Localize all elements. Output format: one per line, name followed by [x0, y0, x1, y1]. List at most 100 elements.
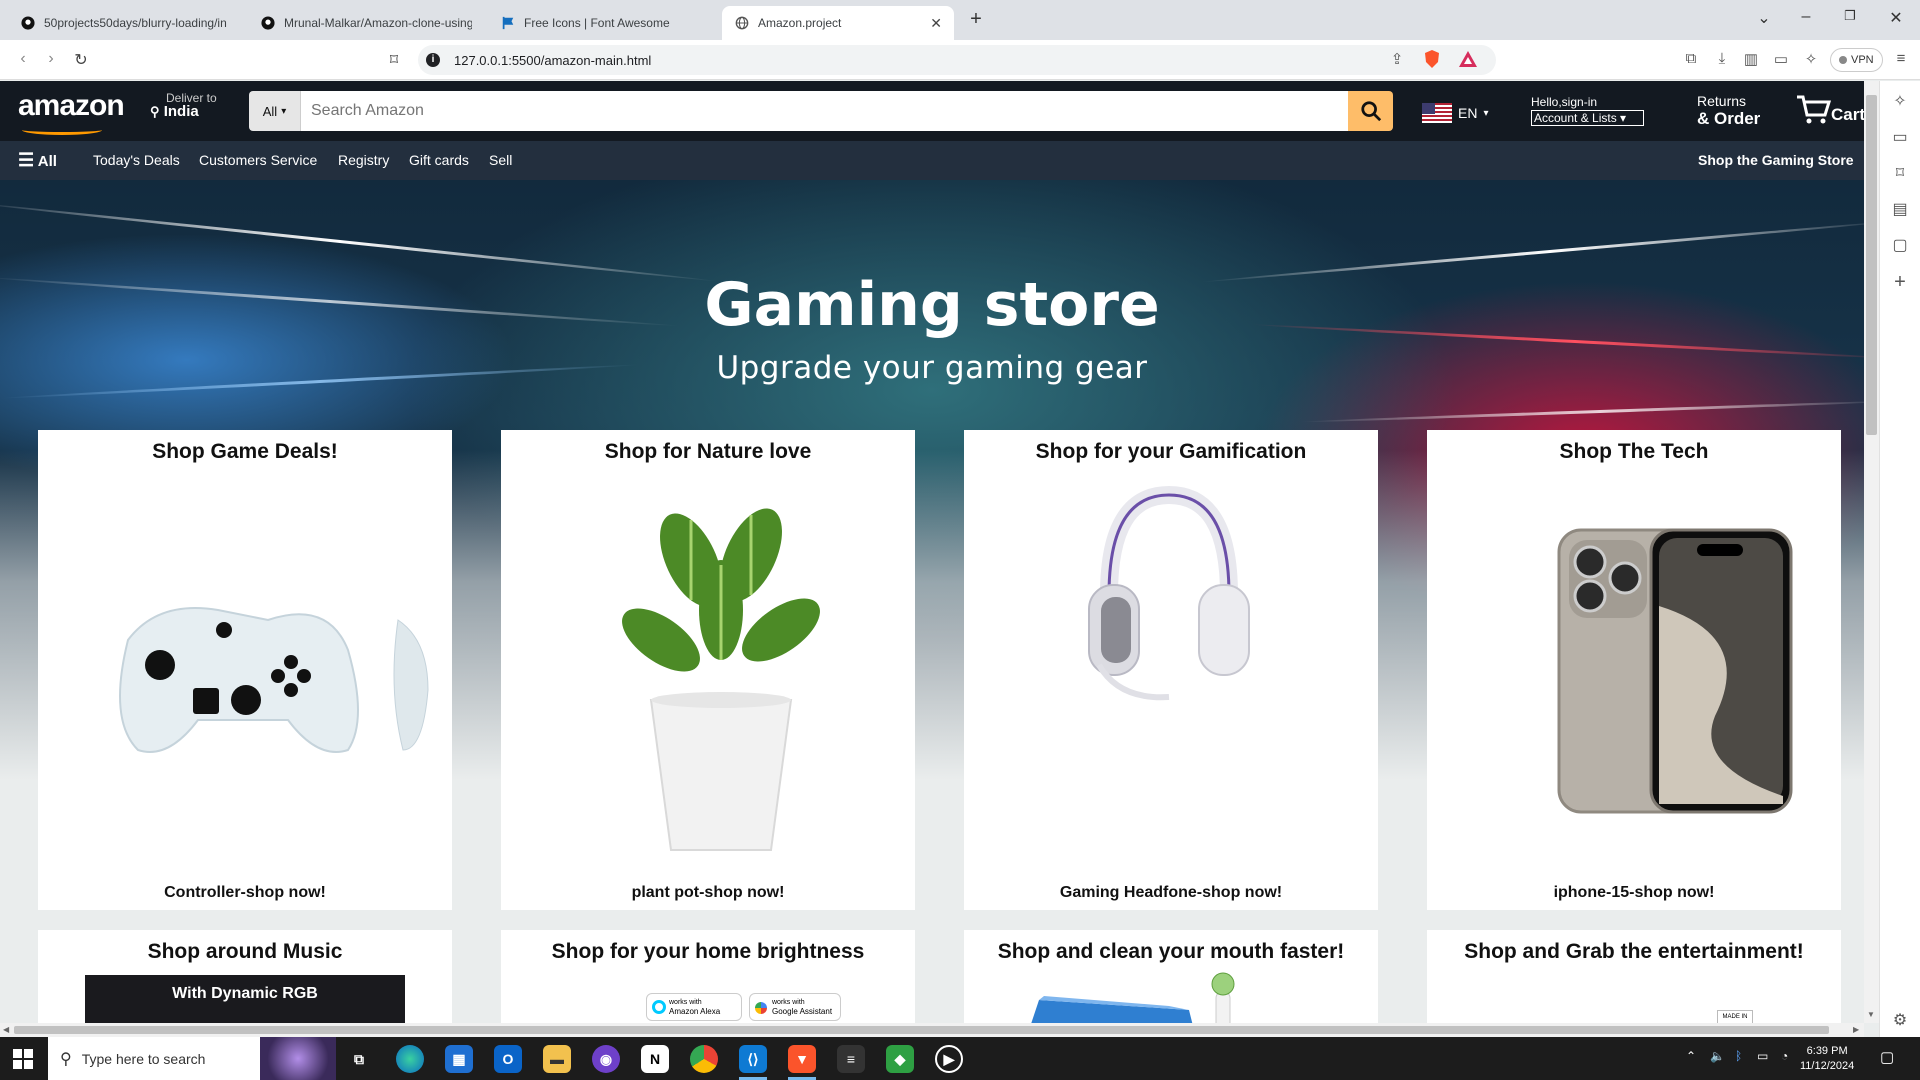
taskbar-clock[interactable]: 6:39 PM 11/12/2024 — [1800, 1044, 1854, 1074]
url-text[interactable]: 127.0.0.1:5500/amazon-main.html — [454, 53, 651, 68]
site-info-icon[interactable]: i — [426, 53, 440, 67]
microsoft-store-icon[interactable]: ▦ — [445, 1045, 473, 1073]
close-tab-icon[interactable]: ✕ — [930, 15, 942, 32]
taskbar-search-input[interactable]: ⚲ Type here to search — [48, 1037, 336, 1080]
task-view-icon[interactable]: ⧉ — [345, 1045, 373, 1073]
chrome-icon[interactable] — [690, 1045, 718, 1073]
subnav-registry[interactable]: Registry — [338, 152, 389, 168]
bookmarks-sidebar-icon[interactable]: ⌑ — [1890, 163, 1910, 183]
notion-icon[interactable]: N — [641, 1045, 669, 1073]
share-icon[interactable]: ⇪ — [1386, 50, 1408, 68]
brave-rewards-icon[interactable] — [1458, 50, 1478, 73]
card-footer-link[interactable]: Gaming Headfone-shop now! — [964, 884, 1378, 902]
returns-orders[interactable]: Returns & Order — [1697, 93, 1760, 127]
sub-navigation: ☰ All Today's Deals Customers Service Re… — [0, 141, 1864, 180]
bookmark-icon[interactable]: ⌑ — [383, 50, 405, 70]
browser-tab-bar: 50projects50days/blurry-loading/in Mruna… — [0, 0, 1920, 40]
outlook-icon[interactable]: O — [494, 1045, 522, 1073]
cart-icon — [1797, 95, 1831, 124]
downloads-icon[interactable]: ⤓ — [1711, 50, 1733, 67]
back-icon[interactable]: ‹ — [12, 50, 34, 68]
subnav-gift-cards[interactable]: Gift cards — [409, 152, 469, 168]
tab-search-chevron-icon[interactable]: ⌄ — [1752, 8, 1776, 28]
scroll-down-arrow-icon[interactable]: ▼ — [1867, 1010, 1875, 1019]
add-sidebar-item-icon[interactable]: + — [1890, 271, 1910, 294]
wallet-sidebar-icon[interactable]: ▢ — [1890, 235, 1910, 255]
vertical-scroll-thumb[interactable] — [1866, 95, 1877, 435]
new-tab-button[interactable]: + — [964, 8, 988, 31]
git-app-icon[interactable]: ◆ — [886, 1045, 914, 1073]
github-desktop-icon[interactable]: ◉ — [592, 1045, 620, 1073]
card-footer-link[interactable]: Controller-shop now! — [38, 884, 452, 902]
file-explorer-icon[interactable]: ▬ — [543, 1045, 571, 1073]
browser-tab[interactable]: Free Icons | Font Awesome — [488, 6, 718, 40]
search-category-select[interactable]: All ▾ — [249, 91, 301, 131]
product-card[interactable]: Shop and clean your mouth faster! — [964, 930, 1378, 1023]
brave-shield-icon[interactable] — [1423, 49, 1441, 74]
github-icon — [20, 15, 36, 31]
light-streak — [1300, 399, 1864, 424]
reload-icon[interactable]: ↻ — [70, 50, 92, 70]
all-menu-button[interactable]: ☰ All — [18, 150, 57, 171]
scroll-right-arrow-icon[interactable]: ▶ — [1853, 1025, 1859, 1034]
minimize-icon[interactable]: – — [1794, 8, 1818, 26]
edge-icon[interactable] — [396, 1045, 424, 1073]
vpn-button[interactable]: VPN — [1830, 48, 1883, 72]
account-lists-select[interactable]: Account & Lists ▾ — [1531, 110, 1644, 126]
address-bar[interactable]: i 127.0.0.1:5500/amazon-main.html — [418, 45, 1496, 75]
subnav-todays-deals[interactable]: Today's Deals — [93, 152, 180, 168]
history-icon[interactable]: ▤ — [1890, 199, 1910, 219]
brave-icon[interactable]: ▼ — [788, 1045, 816, 1073]
product-card[interactable]: Shop around Music With Dynamic RGB — [38, 930, 452, 1023]
extensions-icon[interactable]: ⧉ — [1680, 50, 1702, 67]
notifications-icon[interactable]: ▢ — [1880, 1048, 1894, 1066]
battery-icon[interactable]: ▭ — [1757, 1049, 1768, 1063]
subnav-customer-service[interactable]: Customers Service — [199, 152, 317, 168]
notes-app-icon[interactable]: ≡ — [837, 1045, 865, 1073]
subnav-sell[interactable]: Sell — [489, 152, 512, 168]
wifi-icon[interactable]: ◔ — [1781, 1049, 1788, 1063]
account-menu[interactable]: Hello,sign-in Account & Lists ▾ — [1531, 95, 1644, 126]
product-card[interactable]: Shop for your Gamification Gaming Headfo… — [964, 430, 1378, 910]
product-card[interactable]: Shop for your home brightness works with… — [501, 930, 915, 1023]
browser-tab[interactable]: Mrunal-Malkar/Amazon-clone-using — [248, 6, 484, 40]
language-selector[interactable]: EN ▾ — [1422, 103, 1488, 123]
scroll-left-arrow-icon[interactable]: ◀ — [3, 1025, 9, 1034]
wallet-icon[interactable]: ▭ — [1770, 50, 1792, 68]
restore-icon[interactable]: ❐ — [1838, 8, 1862, 24]
browser-tab[interactable]: 50projects50days/blurry-loading/in — [8, 6, 244, 40]
iphone-15-image — [1557, 528, 1793, 814]
product-card[interactable]: Shop for Nature love plant pot-shop now! — [501, 430, 915, 910]
deliver-to[interactable]: Deliver to ⚲ India — [150, 91, 217, 119]
potted-plant-image — [622, 508, 820, 851]
sidebar-settings-icon[interactable]: ⚙ — [1890, 1010, 1910, 1030]
cart-button[interactable]: Cart — [1795, 93, 1864, 125]
shop-gaming-store-link[interactable]: Shop the Gaming Store — [1698, 152, 1854, 168]
vscode-icon[interactable]: ⟨⟩ — [739, 1045, 767, 1073]
product-card[interactable]: Shop Game Deals! Controller-shop now! — [38, 430, 452, 910]
leo-ai-icon[interactable]: ✧ — [1800, 50, 1822, 68]
horizontal-scroll-thumb[interactable] — [14, 1026, 1829, 1034]
search-input[interactable] — [301, 91, 1348, 131]
reading-list-icon[interactable]: ▭ — [1890, 127, 1910, 147]
close-window-icon[interactable]: ✕ — [1884, 8, 1908, 28]
card-footer-link[interactable]: plant pot-shop now! — [501, 884, 915, 902]
product-card[interactable]: Shop and Grab the entertainment! MADE IN — [1427, 930, 1841, 1023]
tray-chevron-icon[interactable]: ⌃ — [1686, 1049, 1696, 1063]
amazon-logo[interactable]: amazon — [18, 89, 125, 135]
search-button[interactable] — [1348, 91, 1393, 131]
browser-tab-active[interactable]: Amazon.project ✕ — [722, 6, 954, 40]
product-card[interactable]: Shop The Tech iphone-15-shop now! — [1427, 430, 1841, 910]
media-player-icon[interactable]: ▶ — [935, 1045, 963, 1073]
bluetooth-icon[interactable]: ᛒ — [1735, 1049, 1742, 1063]
leo-sidebar-icon[interactable]: ✧ — [1890, 91, 1910, 111]
card-footer-link[interactable]: iphone-15-shop now! — [1427, 884, 1841, 902]
sidebar-toggle-icon[interactable]: ▥ — [1740, 50, 1762, 68]
google-assistant-badge: works with Google Assistant — [749, 993, 841, 1021]
volume-icon[interactable]: 🔈 — [1710, 1049, 1725, 1063]
forward-icon[interactable]: › — [40, 50, 62, 68]
menu-icon[interactable]: ≡ — [1890, 50, 1912, 67]
windows-start-icon[interactable] — [13, 1049, 33, 1074]
electric-toothbrush-image — [1031, 972, 1235, 1023]
game-controller-image — [119, 607, 429, 753]
